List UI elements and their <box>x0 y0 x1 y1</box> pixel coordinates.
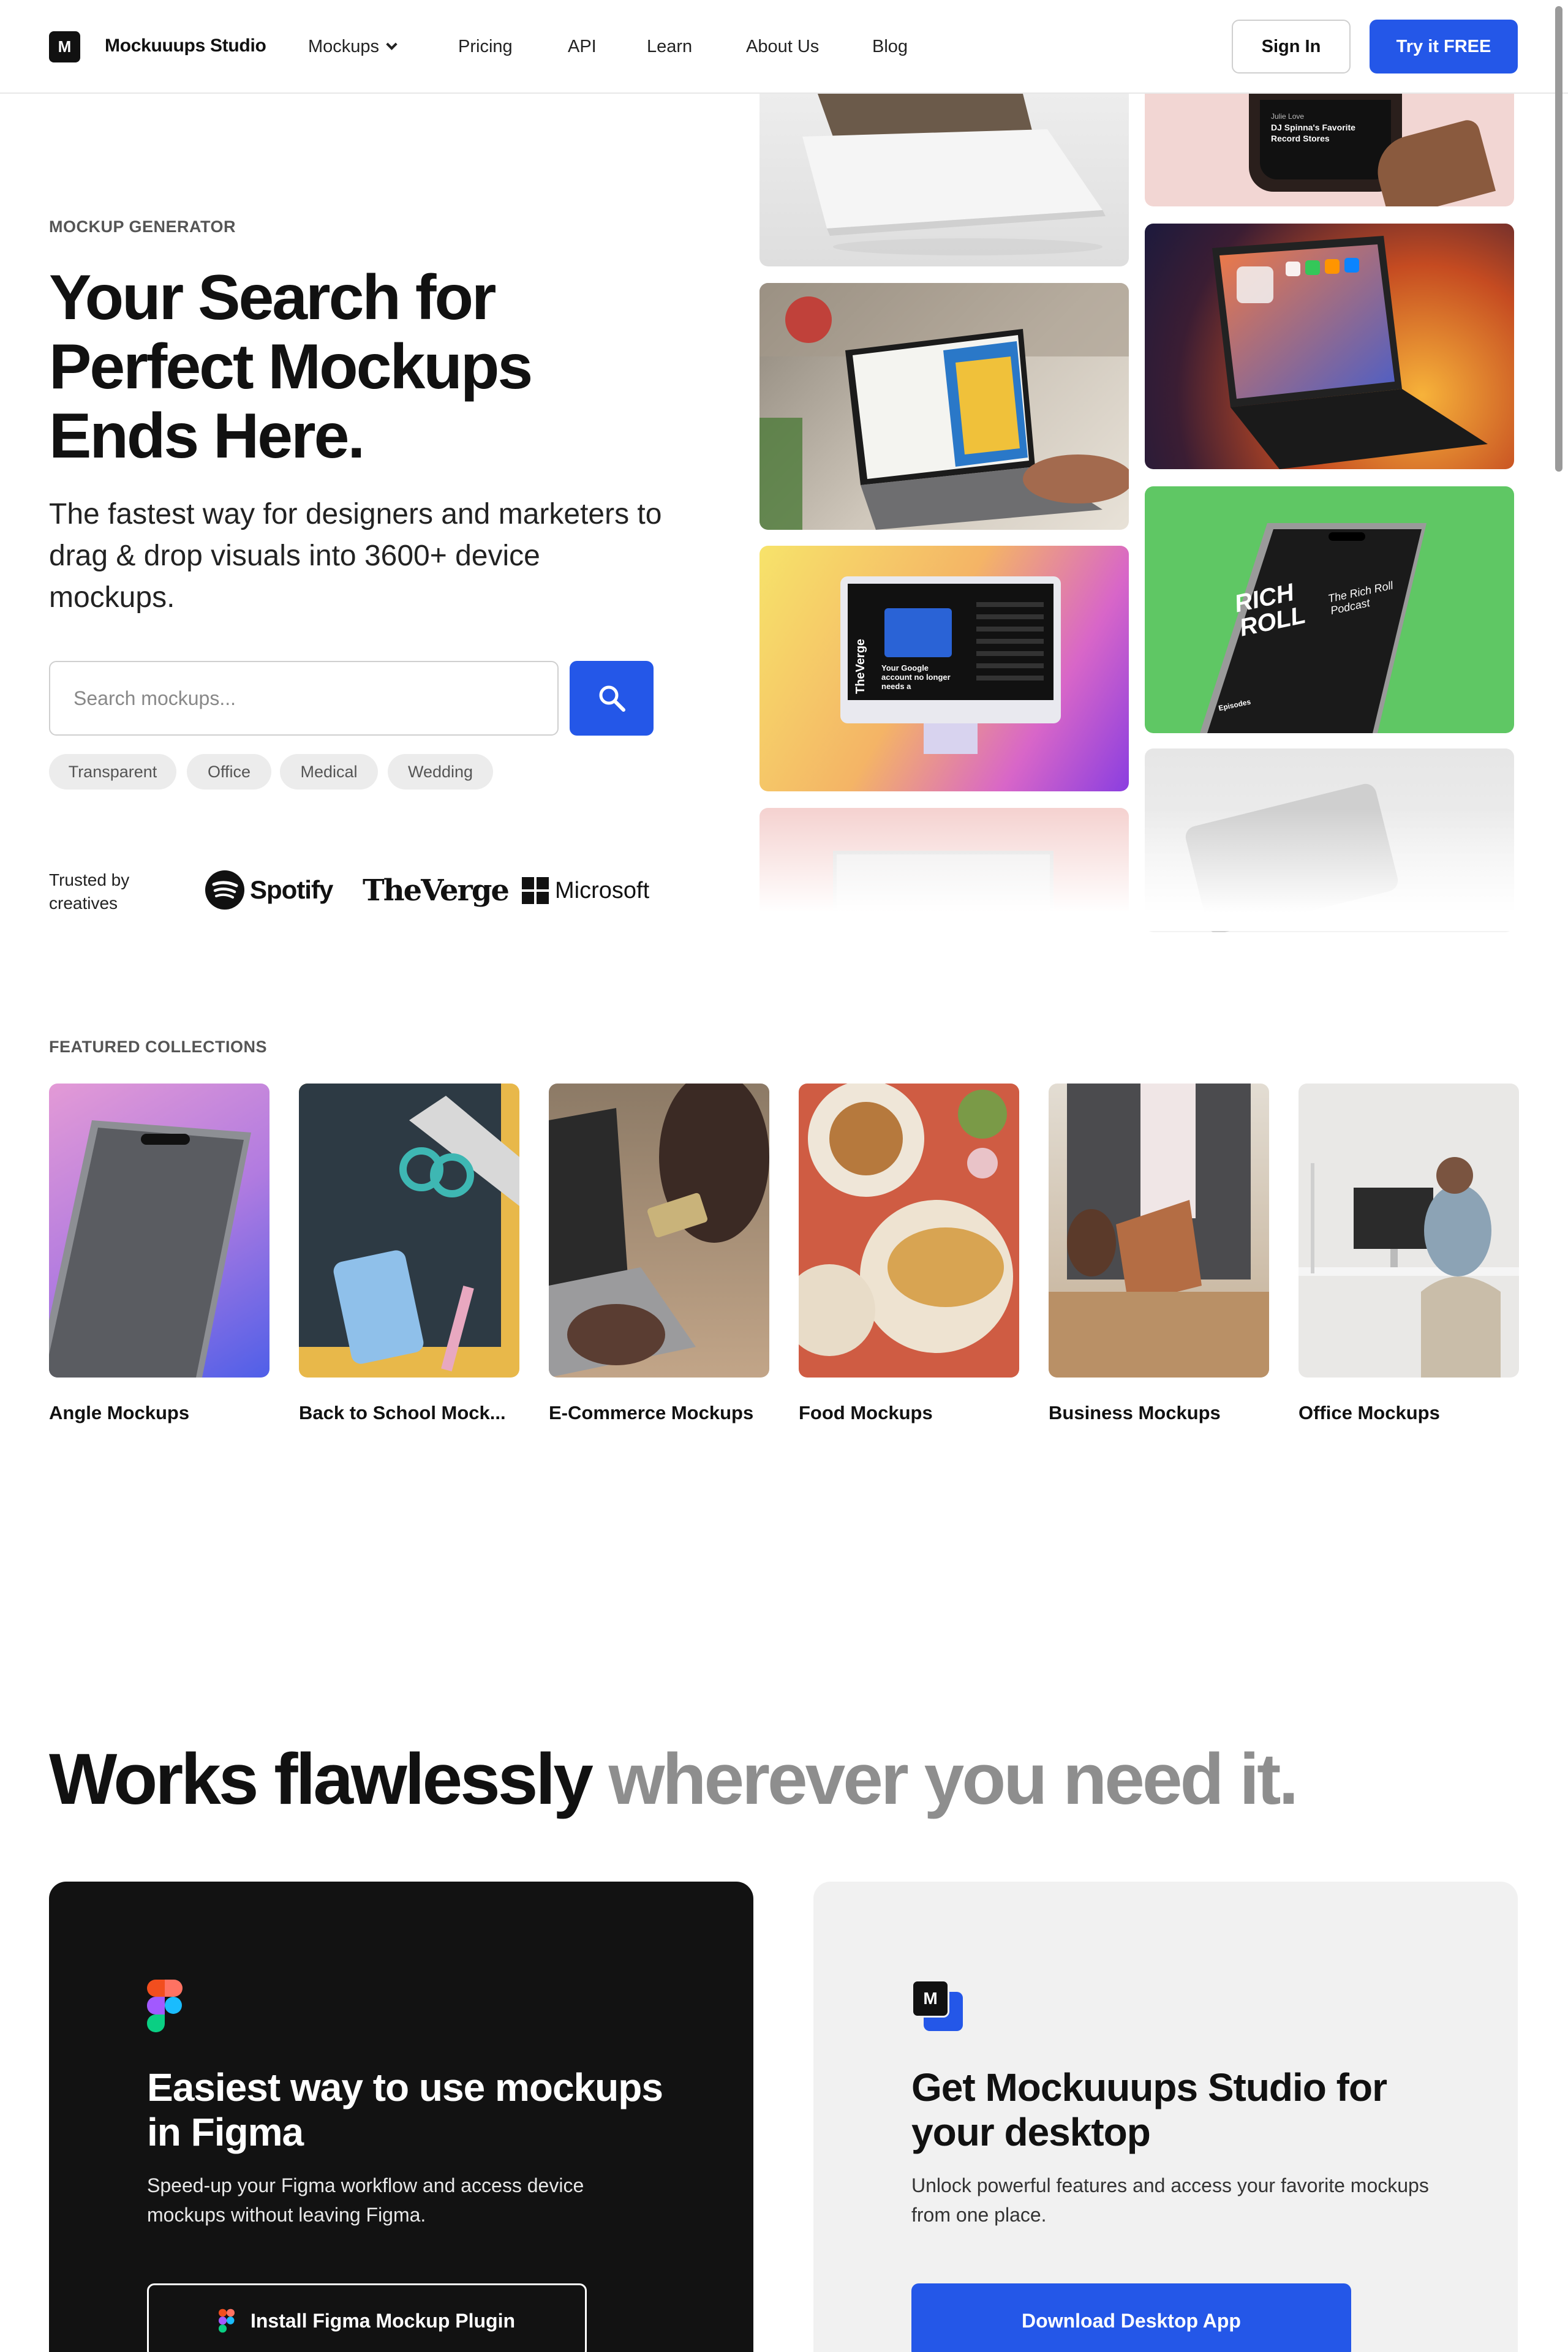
angle-phone-image <box>49 1120 251 1378</box>
ipad-image <box>1212 236 1488 469</box>
spotify-icon <box>205 870 244 910</box>
page-scrollbar[interactable] <box>1555 6 1562 472</box>
figma-card-title: Easiest way to use mockups in Figma <box>147 2065 663 2154</box>
search-icon <box>599 685 625 712</box>
phone-card-line-3: Record Stores <box>1271 134 1330 143</box>
brand-logo-icon[interactable]: M <box>49 31 80 62</box>
office-image <box>1298 1157 1519 1378</box>
imac-article-list <box>976 602 1044 688</box>
microsoft-icon <box>522 877 549 904</box>
nav-pricing[interactable]: Pricing <box>458 37 513 57</box>
collection-school-label[interactable]: Back to School Mock... <box>299 1402 506 1424</box>
microsoft-wordmark: Microsoft <box>555 877 650 903</box>
desktop-card-subtitle: Unlock powerful features and access your… <box>911 2174 1429 2226</box>
laptop-white-tile[interactable] <box>760 94 1129 266</box>
nav-about-us[interactable]: About Us <box>746 37 819 57</box>
sign-in-button[interactable]: Sign In <box>1232 20 1351 74</box>
works-heading: Works flawlessly wherever you need it. <box>49 1739 1299 1820</box>
collection-food-image[interactable] <box>799 1084 1019 1378</box>
install-figma-plugin-label: Install Figma Mockup Plugin <box>250 2309 516 2332</box>
collection-business-label[interactable]: Business Mockups <box>1049 1402 1221 1424</box>
business-image <box>1049 1084 1269 1378</box>
search-button[interactable] <box>570 661 654 736</box>
hero-title: Your Search for Perfect Mockups Ends Her… <box>49 262 533 472</box>
imac-screen: TheVerge Your Google account no longer n… <box>848 584 1054 700</box>
nav-mockups[interactable]: Mockups <box>308 37 398 57</box>
nav-mockups-label: Mockups <box>308 37 380 56</box>
imac-stand <box>924 723 978 754</box>
figma-card-subtitle: Speed-up your Figma workflow and access … <box>147 2174 584 2226</box>
figma-card: Easiest way to use mockups in Figma Spee… <box>49 1882 753 2352</box>
trusted-by-label: Trusted by creatives <box>49 870 130 913</box>
collection-office-image[interactable] <box>1298 1084 1519 1378</box>
ipad-orange-tile[interactable] <box>1145 224 1514 469</box>
grid-fade-overlay <box>747 809 1544 931</box>
school-image <box>299 1084 519 1371</box>
imac-headline: Your Google account no longer needs a <box>881 663 951 691</box>
phone-green-tile[interactable]: RICH ROLL The Rich Roll Podcast Episodes <box>1145 486 1514 733</box>
theverge-logo: TheVerge <box>363 873 510 908</box>
search-placeholder: Search mockups... <box>74 687 236 709</box>
desktop-card: M Get Mockuuups Studio for your desktop … <box>813 1882 1518 2352</box>
imac-frame: TheVerge Your Google account no longer n… <box>840 576 1061 723</box>
tag-transparent[interactable]: Transparent <box>49 754 176 790</box>
brand-name[interactable]: Mockuuups Studio <box>105 36 266 56</box>
desktop-app-icon: M <box>911 1980 964 2032</box>
featured-heading: FEATURED COLLECTIONS <box>49 1038 267 1056</box>
spotify-wordmark: Spotify <box>250 875 333 904</box>
collection-office-label[interactable]: Office Mockups <box>1298 1402 1440 1424</box>
hero-subtitle: The fastest way for designers and market… <box>49 498 662 614</box>
collection-angle-image[interactable] <box>49 1084 270 1378</box>
nav-api[interactable]: API <box>568 37 597 57</box>
collection-business-image[interactable] <box>1049 1084 1269 1378</box>
white-laptop-image <box>802 94 1106 255</box>
tag-office[interactable]: Office <box>187 754 271 790</box>
laptop-desk-tile[interactable] <box>760 283 1129 530</box>
tag-wedding[interactable]: Wedding <box>388 754 493 790</box>
brand-logo-letter: M <box>58 37 72 56</box>
phone-screen: Julie Love DJ Spinna's Favorite Record S… <box>1260 100 1391 179</box>
top-nav: M Mockuuups Studio Mockups Pricing API L… <box>0 0 1568 94</box>
figma-icon <box>147 1980 183 2032</box>
nav-learn[interactable]: Learn <box>647 37 692 57</box>
figma-small-icon <box>218 2309 235 2333</box>
hero-eyebrow: MOCKUP GENERATOR <box>49 217 236 236</box>
desktop-app-icon-front: M <box>911 1980 949 2018</box>
tag-medical[interactable]: Medical <box>280 754 378 790</box>
works-heading-gray: wherever you need it. <box>608 1739 1299 1820</box>
works-heading-dark: Works flawlessly <box>49 1739 594 1820</box>
collection-food-label[interactable]: Food Mockups <box>799 1402 933 1424</box>
phone-card-line-2: DJ Spinna's Favorite <box>1271 123 1355 132</box>
desktop-card-title: Get Mockuuups Studio for your desktop <box>911 2065 1387 2154</box>
install-figma-plugin-button[interactable]: Install Figma Mockup Plugin <box>147 2283 587 2352</box>
green-phone-image <box>1200 523 1427 733</box>
spotify-logo: Spotify <box>205 870 333 910</box>
collection-ecommerce-label[interactable]: E-Commerce Mockups <box>549 1402 753 1424</box>
collection-ecommerce-image[interactable] <box>549 1084 769 1378</box>
phone-card-line-1: Julie Love <box>1271 112 1305 121</box>
imac-yellow-tile[interactable]: TheVerge Your Google account no longer n… <box>760 546 1129 791</box>
phone-pink-tile[interactable]: Julie Love DJ Spinna's Favorite Record S… <box>1145 94 1514 206</box>
nav-blog[interactable]: Blog <box>872 37 908 57</box>
food-image <box>799 1084 1013 1356</box>
collection-angle-label[interactable]: Angle Mockups <box>49 1402 189 1424</box>
collection-school-image[interactable] <box>299 1084 519 1378</box>
laptop-desk-image <box>760 283 1129 530</box>
try-free-button[interactable]: Try it FREE <box>1370 20 1518 74</box>
ecommerce-image <box>549 1084 769 1378</box>
chevron-down-icon <box>386 39 398 50</box>
search-input[interactable]: Search mockups... <box>49 661 559 736</box>
microsoft-logo: Microsoft <box>522 877 649 904</box>
imac-side-text: TheVerge <box>854 638 867 694</box>
download-desktop-app-button[interactable]: Download Desktop App <box>911 2283 1351 2352</box>
imac-hero-image <box>884 608 952 657</box>
